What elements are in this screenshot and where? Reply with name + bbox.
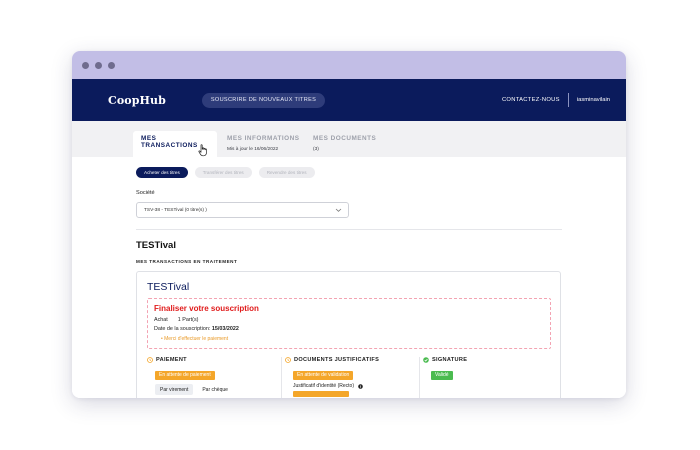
step-header: SIGNATURE (423, 357, 551, 363)
step-divider (281, 357, 282, 398)
resell-titles-button[interactable]: Revendre des titres (258, 167, 315, 178)
subscribe-new-titles-button[interactable]: SOUSCRIRE DE NOUVEAUX TITRES (201, 92, 326, 108)
check-circle-icon (423, 357, 429, 363)
pay-by-cheque-button[interactable]: Par chèque (197, 384, 233, 395)
status-badge: En attente de validation (293, 371, 354, 380)
transfer-titles-button[interactable]: Transférer des titres (194, 167, 252, 178)
id-document-label: Justificatif d'identité (Recto) (293, 383, 354, 389)
step-header: PAIEMENT (147, 357, 279, 363)
browser-window: CoopHub SOUSCRIRE DE NOUVEAUX TITRES CON… (72, 51, 626, 398)
tab-sublabel: (3) (313, 147, 319, 152)
transaction-type: Achat (154, 317, 168, 323)
window-dot-icon[interactable] (82, 61, 89, 69)
contact-link[interactable]: CONTACTEZ-NOUS (502, 97, 560, 103)
id-document-row: Justificatif d'identité (Recto) (293, 383, 363, 389)
info-icon[interactable] (358, 383, 363, 389)
finalize-alert: Finaliser votre souscription Achat 1 Par… (147, 298, 551, 349)
window-dot-icon[interactable] (108, 61, 115, 69)
tab-label: MES DOCUMENTS (313, 135, 377, 142)
societe-selected-value: TSV-38 - TESTival (0 titre(s) ) (144, 207, 207, 213)
step-header: DOCUMENTS JUSTIFICATIFS (285, 357, 417, 363)
main-content: MES TRANSACTIONS MES INFORMATIONS Mis à … (72, 121, 626, 398)
transaction-parts: 1 Part(s) (177, 317, 199, 323)
stage: CoopHub SOUSCRIRE DE NOUVEAUX TITRES CON… (0, 0, 700, 450)
step-signature: SIGNATURE Validé (423, 357, 551, 398)
date-label: Date de la souscription: (154, 326, 211, 332)
tab-informations[interactable]: MES INFORMATIONS Mis à jour le 16/06/202… (219, 131, 308, 157)
navbar-right: CONTACTEZ-NOUS iasminavilain (502, 93, 610, 107)
societe-label: Société (136, 190, 155, 196)
chevron-down-icon (335, 208, 342, 212)
pay-by-transfer-button[interactable]: Par virement (155, 384, 194, 395)
status-badge: En attente de paiement (155, 371, 215, 380)
document-status-badge (293, 391, 349, 397)
navbar-divider (567, 93, 569, 107)
card-title: TESTival (147, 281, 190, 293)
pending-clock-icon (147, 357, 153, 363)
step-paiement: PAIEMENT En attente de paiement Par vire… (147, 357, 279, 398)
transaction-summary: Achat 1 Part(s) (154, 317, 198, 323)
step-divider (419, 357, 420, 398)
hand-cursor-icon (198, 144, 207, 157)
window-titlebar (72, 51, 626, 79)
tab-sublabel: Mis à jour le 16/06/2022 (227, 147, 279, 152)
pending-clock-icon (285, 357, 291, 363)
window-dot-icon[interactable] (95, 61, 102, 69)
payment-method-buttons: Par virement Par chèque (155, 384, 233, 395)
tabs-bar: MES TRANSACTIONS MES INFORMATIONS Mis à … (72, 121, 626, 157)
action-pills: Acheter des titres Transférer des titres… (136, 167, 315, 178)
step-title: DOCUMENTS JUSTIFICATIFS (294, 357, 380, 363)
step-title: PAIEMENT (156, 357, 187, 363)
buy-titles-button[interactable]: Acheter des titres (136, 167, 188, 178)
status-badge: Validé (431, 371, 453, 380)
divider (136, 229, 562, 230)
date-value: 15/03/2022 (211, 326, 239, 332)
transaction-steps: PAIEMENT En attente de paiement Par vire… (147, 357, 551, 398)
user-menu[interactable]: iasminavilain (577, 97, 610, 103)
step-documents: DOCUMENTS JUSTIFICATIFS En attente de va… (285, 357, 417, 398)
tab-documents[interactable]: MES DOCUMENTS (3) (305, 131, 384, 157)
societe-select[interactable]: TSV-38 - TESTival (0 titre(s) ) (136, 202, 349, 218)
payment-notice: • Merci d'effectuer le paiement (161, 336, 229, 342)
subscription-date: Date de la souscription: 15/03/2022 (154, 326, 239, 332)
alert-title: Finaliser votre souscription (154, 304, 259, 313)
section-heading: MES TRANSACTIONS EN TRAITEMENT (136, 259, 238, 264)
transaction-card: TESTival Finaliser votre souscription Ac… (136, 271, 561, 398)
top-navbar: CoopHub SOUSCRIRE DE NOUVEAUX TITRES CON… (72, 79, 626, 121)
step-title: SIGNATURE (432, 357, 468, 363)
app-logo[interactable]: CoopHub (108, 94, 166, 107)
company-title: TESTival (136, 240, 176, 251)
tab-label: MES INFORMATIONS (227, 135, 300, 142)
